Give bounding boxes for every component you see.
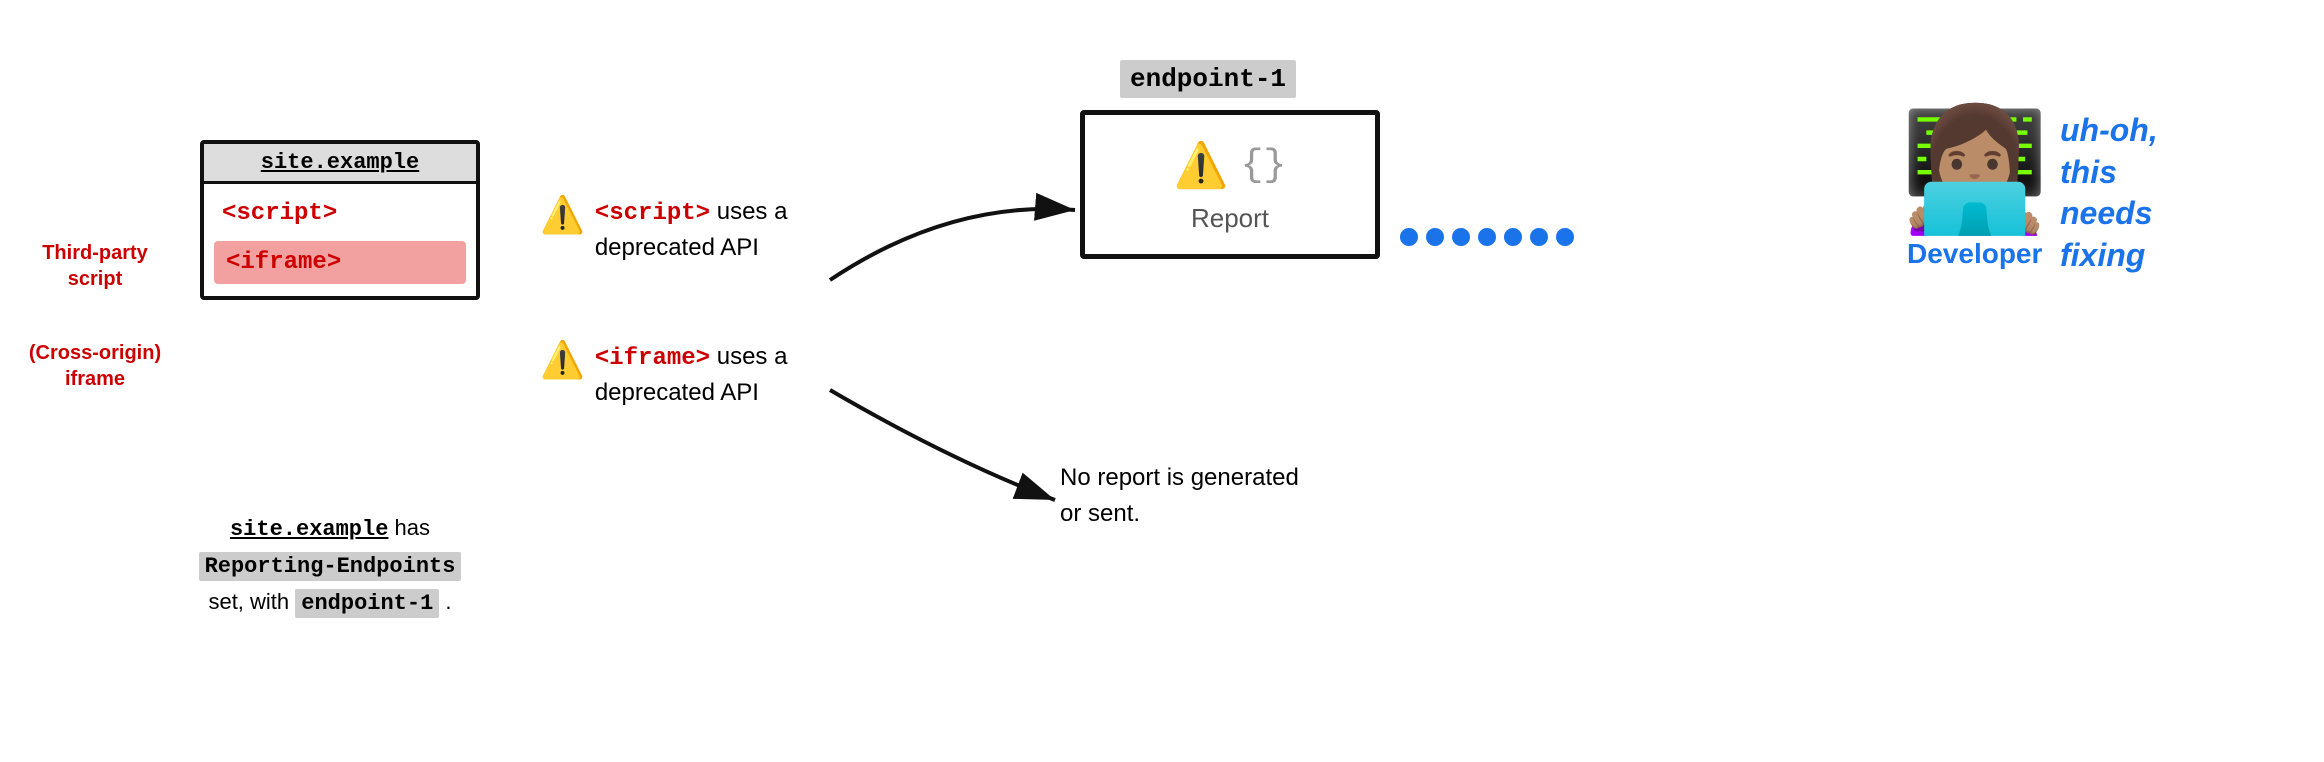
uh-oh-text: uh-oh, this needs fixing <box>2060 110 2158 276</box>
browser-title: site.example <box>204 144 476 184</box>
dot-4 <box>1478 228 1496 246</box>
dot-2 <box>1426 228 1444 246</box>
warning-iframe: ⚠️ <iframe> uses a deprecated API <box>540 340 855 409</box>
browser-body: <script> <iframe> <box>204 184 476 296</box>
warning-text-script: <script> uses a deprecated API <box>595 195 855 264</box>
no-report-text: No report is generated or sent. <box>1060 460 1320 532</box>
endpoint-icons: ⚠️ {} <box>1174 139 1286 191</box>
iframe-tag-box: <iframe> <box>214 241 466 284</box>
caption-has: has <box>388 515 430 540</box>
warning-text-iframe: <iframe> uses a deprecated API <box>595 340 855 409</box>
iframe-tag-label: <iframe> <box>226 249 341 276</box>
warning-script-tag: <script> <box>595 200 710 227</box>
caption-set-with: set, with <box>208 589 295 614</box>
browser-box: site.example <script> <iframe> <box>200 140 480 300</box>
dot-3 <box>1452 228 1470 246</box>
caption-endpoint1: endpoint-1 <box>295 589 439 618</box>
warning-icon-iframe: ⚠️ <box>540 342 585 378</box>
caption-reporting-endpoints: Reporting-Endpoints <box>199 552 462 581</box>
warning-iframe-tag: <iframe> <box>595 345 710 372</box>
endpoint-json-icon: {} <box>1241 144 1287 187</box>
dot-6 <box>1530 228 1548 246</box>
endpoint-body: ⚠️ {} Report <box>1085 115 1375 254</box>
dot-1 <box>1400 228 1418 246</box>
endpoint-warning-icon: ⚠️ <box>1174 139 1229 191</box>
warning-script: ⚠️ <script> uses a deprecated API <box>540 195 855 264</box>
browser-caption: site.example has Reporting-Endpoints set… <box>150 510 510 622</box>
endpoint-label: endpoint-1 <box>1120 60 1296 98</box>
cross-origin-label: (Cross-origin) iframe <box>20 340 170 392</box>
diagram-container: site.example <script> <iframe> Third-par… <box>0 0 2324 762</box>
developer-emoji: 👩🏽‍💻 <box>1900 110 2049 230</box>
caption-site: site.example <box>230 517 388 542</box>
endpoint-report-label: Report <box>1191 203 1269 234</box>
developer-figure: 👩🏽‍💻 Developer <box>1900 110 2049 270</box>
developer-label: Developer <box>1900 238 2049 270</box>
dot-7 <box>1556 228 1574 246</box>
caption-period: . <box>439 589 451 614</box>
endpoint-box: ⚠️ {} Report <box>1080 110 1380 259</box>
third-party-label: Third-party script <box>30 240 160 292</box>
dot-5 <box>1504 228 1522 246</box>
script-tag-label: <script> <box>214 196 466 231</box>
warning-icon-script: ⚠️ <box>540 197 585 233</box>
dotted-line <box>1400 228 1574 246</box>
